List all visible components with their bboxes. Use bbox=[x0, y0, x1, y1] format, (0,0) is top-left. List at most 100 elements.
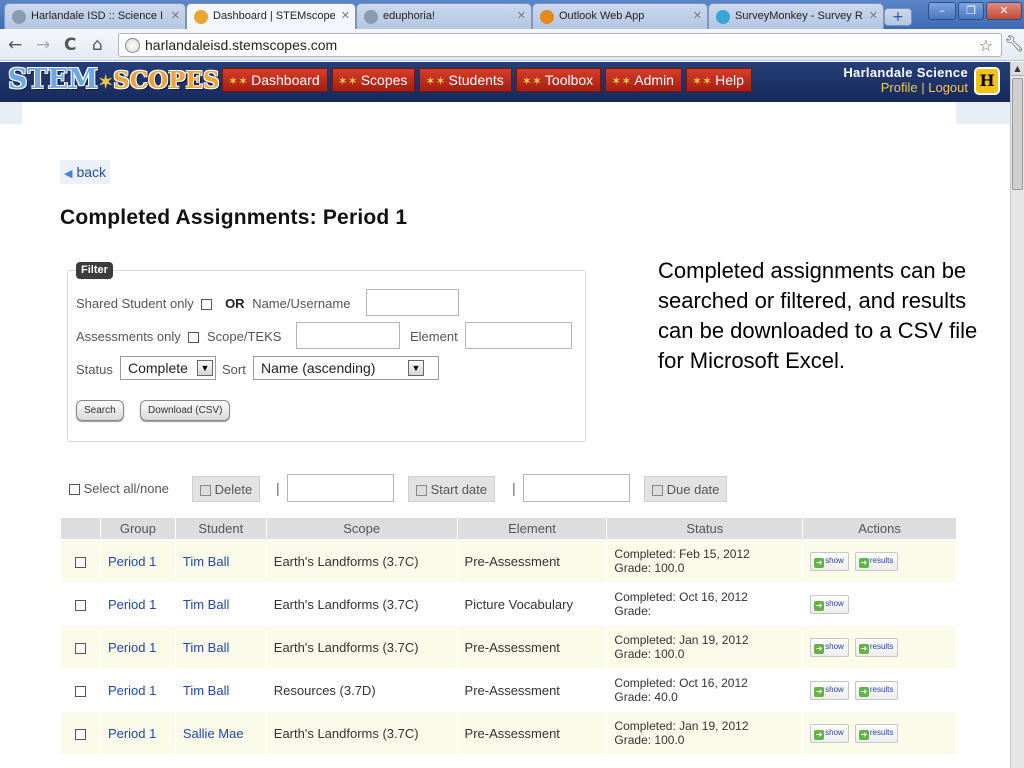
status-cell: Completed: Jan 19, 2012 Grade: 100.0 bbox=[606, 625, 804, 669]
group-link[interactable]: Period 1 bbox=[108, 554, 156, 569]
logout-link[interactable]: Logout bbox=[928, 80, 968, 95]
due-date-button[interactable]: Due date bbox=[644, 476, 728, 502]
group-link[interactable]: Period 1 bbox=[108, 683, 156, 698]
delete-checkbox-icon bbox=[200, 485, 211, 497]
nav-admin[interactable]: ✶✶ Admin bbox=[605, 68, 682, 92]
bookmark-star-icon[interactable]: ☆ bbox=[979, 36, 993, 55]
select-all-checkbox[interactable] bbox=[69, 484, 80, 496]
row-checkbox[interactable] bbox=[74, 642, 86, 654]
back-arrow-icon[interactable]: ← bbox=[8, 35, 22, 55]
show-label: show bbox=[825, 598, 844, 608]
profile-link[interactable]: Profile bbox=[881, 80, 918, 95]
element-input[interactable] bbox=[465, 322, 572, 349]
show-button[interactable]: ➜ show bbox=[810, 594, 849, 614]
results-button[interactable]: ➜ results bbox=[854, 680, 899, 700]
close-icon[interactable]: ✕ bbox=[517, 9, 526, 22]
shared-student-checkbox[interactable] bbox=[201, 299, 213, 311]
due-date-input[interactable] bbox=[523, 474, 630, 502]
wrench-icon[interactable]: 🔧︎ bbox=[1004, 34, 1024, 53]
stars-icon: ✶✶ bbox=[691, 74, 713, 88]
table-row: Period 1 Tim Ball Earth's Landforms (3.7C)… bbox=[60, 582, 957, 626]
arrow-icon: ➜ bbox=[814, 557, 825, 568]
back-arrow-icon: ◀ bbox=[64, 168, 73, 180]
col-status: Status bbox=[606, 517, 804, 540]
delete-button[interactable]: Delete bbox=[192, 476, 261, 502]
select-all-toggle[interactable]: Select all/none bbox=[69, 481, 169, 496]
assessments-only-checkbox[interactable] bbox=[188, 332, 200, 344]
new-tab-button[interactable]: + bbox=[884, 8, 912, 26]
scope-teks-input[interactable] bbox=[296, 322, 400, 349]
status-value: Complete bbox=[128, 360, 188, 376]
results-button[interactable]: ➜ results bbox=[854, 637, 899, 657]
close-icon[interactable]: ✕ bbox=[869, 9, 878, 22]
results-button[interactable]: ➜ results bbox=[854, 723, 899, 743]
browser-tab[interactable]: SurveyMonkey - Survey R ✕ bbox=[708, 3, 884, 29]
row-checkbox[interactable] bbox=[74, 728, 86, 740]
separator: | bbox=[276, 480, 280, 496]
browser-tab[interactable]: Outlook Web App ✕ bbox=[532, 3, 708, 29]
start-date-input[interactable] bbox=[287, 474, 394, 502]
nav-help[interactable]: ✶✶ Help bbox=[685, 68, 752, 92]
back-link[interactable]: ◀ back bbox=[60, 160, 111, 184]
reload-icon[interactable]: C bbox=[64, 35, 76, 55]
close-icon[interactable]: ✕ bbox=[171, 9, 180, 22]
close-icon[interactable]: ✕ bbox=[693, 9, 702, 22]
nav-dashboard[interactable]: ✶✶ Dashboard bbox=[222, 68, 328, 92]
element-label: Element bbox=[410, 329, 458, 344]
status-select[interactable]: Complete ▼ bbox=[120, 356, 216, 380]
group-link[interactable]: Period 1 bbox=[108, 640, 156, 655]
status-grade: Grade: 100.0 bbox=[614, 733, 685, 747]
browser-tab-active[interactable]: Dashboard | STEMscopes ✕ bbox=[186, 3, 356, 30]
name-username-input[interactable] bbox=[366, 289, 459, 316]
forward-arrow-icon[interactable]: → bbox=[36, 35, 50, 55]
group-link[interactable]: Period 1 bbox=[108, 597, 156, 612]
student-link[interactable]: Tim Ball bbox=[183, 597, 229, 612]
show-button[interactable]: ➜ show bbox=[810, 680, 849, 700]
maximize-button[interactable]: ❐ bbox=[958, 2, 984, 20]
student-link[interactable]: Tim Ball bbox=[183, 683, 229, 698]
close-icon[interactable]: ✕ bbox=[341, 9, 350, 22]
group-link[interactable]: Period 1 bbox=[108, 726, 156, 741]
globe-icon bbox=[125, 38, 140, 53]
show-button[interactable]: ➜ show bbox=[810, 551, 849, 571]
row-checkbox[interactable] bbox=[74, 556, 86, 568]
student-cell: Tim Ball bbox=[174, 625, 267, 669]
browser-tab[interactable]: Harlandale ISD :: Science I ✕ bbox=[4, 3, 186, 29]
address-bar[interactable]: harlandaleisd.stemscopes.com ☆ bbox=[118, 33, 1002, 57]
nav-toolbox[interactable]: ✶✶ Toolbox bbox=[515, 68, 602, 92]
minimize-button[interactable]: – bbox=[928, 2, 956, 20]
student-link[interactable]: Tim Ball bbox=[183, 640, 229, 655]
close-window-button[interactable]: ✕ bbox=[986, 2, 1022, 20]
student-link[interactable]: Tim Ball bbox=[183, 554, 229, 569]
browser-tab[interactable]: eduphoria! ✕ bbox=[356, 3, 532, 29]
show-label: show bbox=[825, 684, 844, 694]
arrow-icon: ➜ bbox=[814, 600, 825, 611]
stemscopes-logo[interactable]: STEM✶SCOPES bbox=[8, 64, 220, 98]
student-link[interactable]: Sallie Mae bbox=[183, 726, 244, 741]
vertical-scrollbar[interactable]: ▲ bbox=[1010, 62, 1024, 768]
actions-cell: ➜ show bbox=[802, 582, 957, 626]
delete-label: Delete bbox=[214, 482, 253, 497]
home-icon[interactable]: ⌂ bbox=[92, 35, 103, 55]
table-row: Period 1 Tim Ball Earth's Landforms (3.7C)… bbox=[60, 625, 957, 669]
outlook-icon bbox=[540, 10, 554, 24]
nav-scopes[interactable]: ✶✶ Scopes bbox=[331, 68, 416, 92]
dropdown-arrow-icon: ▼ bbox=[197, 360, 213, 376]
results-button[interactable]: ➜ results bbox=[854, 551, 899, 571]
table-row: Period 1 Sallie Mae Earth's Landforms (3.7… bbox=[60, 711, 957, 755]
show-button[interactable]: ➜ show bbox=[810, 723, 849, 743]
download-csv-button[interactable]: Download (CSV) bbox=[140, 400, 231, 421]
status-completed: Completed: Oct 16, 2012 bbox=[614, 676, 748, 690]
start-date-button[interactable]: Start date bbox=[408, 476, 495, 502]
row-checkbox[interactable] bbox=[74, 599, 86, 611]
browser-tab-strip: Harlandale ISD :: Science I ✕ Dashboard … bbox=[0, 0, 1024, 30]
search-button[interactable]: Search bbox=[76, 400, 124, 421]
scrollbar-thumb[interactable] bbox=[1012, 78, 1023, 190]
row-checkbox[interactable] bbox=[74, 685, 86, 697]
scope-cell: Earth's Landforms (3.7C) bbox=[265, 582, 458, 626]
scroll-up-icon[interactable]: ▲ bbox=[1011, 62, 1024, 76]
nav-students[interactable]: ✶✶ Students bbox=[419, 68, 512, 92]
sort-select[interactable]: Name (ascending) ▼ bbox=[253, 356, 439, 380]
show-button[interactable]: ➜ show bbox=[810, 637, 849, 657]
nav-label: Help bbox=[715, 72, 744, 88]
